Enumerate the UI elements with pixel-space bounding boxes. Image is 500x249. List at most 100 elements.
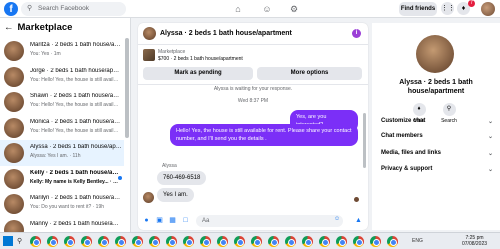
facebook-logo[interactable]: f <box>4 2 18 16</box>
chrome-icon[interactable] <box>30 236 41 247</box>
microphone-icon[interactable]: ● <box>142 216 151 225</box>
system-tray[interactable]: ENG <box>412 238 423 244</box>
chrome-icon[interactable] <box>217 236 228 247</box>
photo-icon[interactable]: ▣ <box>155 216 164 225</box>
avatar <box>4 41 24 61</box>
chrome-icon[interactable] <box>285 236 296 247</box>
waiting-notice: Alyssa is waiting for your response. <box>213 86 293 92</box>
chrome-icon[interactable] <box>302 236 313 247</box>
chat-snippet: You: Yes · 1m <box>30 51 61 57</box>
chat-item[interactable]: Monica · 2 beds 1 bath house/apart... Yo… <box>0 115 124 141</box>
emoji-icon[interactable]: ☺ <box>334 216 340 222</box>
chrome-icon[interactable] <box>387 236 398 247</box>
chat-name: Maritza · 2 beds 1 bath house/apart... <box>30 42 122 48</box>
avatar <box>4 194 24 214</box>
chat-item[interactable]: Marilyn · 2 beds 1 bath house/apart... Y… <box>0 191 124 217</box>
find-friends-button[interactable]: Find friends <box>399 2 437 16</box>
listing-thumbnail[interactable] <box>143 49 155 61</box>
chat-snippet: You: Do you want to rent it? · 19h <box>30 204 105 210</box>
home-icon[interactable]: ⌂ <box>232 3 244 15</box>
chat-item[interactable]: Manny · 2 beds 1 bath house/apartm... <box>0 217 124 232</box>
chrome-icon[interactable] <box>200 236 211 247</box>
start-button[interactable] <box>3 236 13 246</box>
chrome-icon[interactable] <box>319 236 330 247</box>
top-bar: f ⚲ Search Facebook ⌂ ☺ ⚙ Find friends ⋮… <box>0 0 500 18</box>
back-arrow-icon[interactable]: ← <box>4 22 14 33</box>
chevron-down-icon: ⌄ <box>487 167 493 173</box>
divider <box>138 44 368 45</box>
chevron-down-icon: ⌄ <box>487 119 493 125</box>
chrome-icon[interactable] <box>353 236 364 247</box>
info-icon[interactable]: i <box>352 29 361 38</box>
avatar <box>4 168 24 189</box>
row-label: Customize chat <box>381 118 426 124</box>
chrome-icon[interactable] <box>370 236 381 247</box>
chat-snippet: You: Hello! Yes, the house is still avai… <box>30 102 120 108</box>
account-avatar[interactable] <box>481 2 495 16</box>
avatar <box>143 192 154 203</box>
message-input[interactable]: Aa <box>196 215 343 227</box>
chrome-icon[interactable] <box>251 236 262 247</box>
time-separator: Wed 8:37 PM <box>237 98 269 104</box>
sidebar-title: Marketplace <box>17 22 73 33</box>
notification-badge: 7 <box>468 0 475 7</box>
chat-name: Shawn · 2 beds 1 bath house/apartm... <box>30 93 122 99</box>
chat-item[interactable]: Shawn · 2 beds 1 bath house/apartm... Yo… <box>0 89 124 115</box>
chrome-icon[interactable] <box>268 236 279 247</box>
avatar <box>4 117 24 138</box>
chrome-icon[interactable] <box>98 236 109 247</box>
row-label: Privacy & support <box>381 166 433 172</box>
chrome-icon[interactable] <box>81 236 92 247</box>
media-files-row[interactable]: Media, files and links ⌄ <box>381 150 493 157</box>
chat-members-row[interactable]: Chat members ⌄ <box>381 133 493 140</box>
chrome-icon[interactable] <box>166 236 177 247</box>
chevron-down-icon: ⌄ <box>487 151 493 157</box>
sidebar-scrollbar[interactable] <box>125 38 129 138</box>
chat-name: Jorge · 2 beds 1 bath house/apartme... <box>30 67 122 74</box>
chrome-icon[interactable] <box>47 236 58 247</box>
chat-item-active[interactable]: Alyssa · 2 beds 1 bath house/apartm... A… <box>0 140 124 166</box>
contact-name: Alyssa · 2 beds 1 bath house/apartment <box>399 79 473 95</box>
chat-item[interactable]: Jorge · 2 beds 1 bath house/apartme... Y… <box>0 64 124 90</box>
message-composer: ● ▣ ▦ □ Aa ☺ ▲ <box>138 213 368 230</box>
chat-name: Alyssa · 2 beds 1 bath house/apartm... <box>30 144 122 150</box>
unread-indicator <box>118 175 122 180</box>
chat-name: Kelly · 2 beds 1 bath house/apartme... <box>30 169 122 176</box>
chat-name: Manny · 2 beds 1 bath house/apartm... <box>30 220 122 227</box>
incoming-message: 760-469-6518 <box>157 171 207 185</box>
taskbar-clock[interactable]: 7:25 pm 07/08/2023 <box>462 235 487 247</box>
avatar[interactable] <box>143 27 156 40</box>
clock-date: 07/08/2023 <box>462 241 488 247</box>
taskbar-search-icon[interactable]: ⚲ <box>17 237 22 245</box>
divider <box>138 84 368 85</box>
gif-icon[interactable]: □ <box>181 216 190 225</box>
privacy-support-row[interactable]: Privacy & support ⌄ <box>381 166 493 173</box>
more-options-button[interactable]: More options <box>257 67 362 80</box>
chrome-icon[interactable] <box>234 236 245 247</box>
chrome-icon[interactable] <box>336 236 347 247</box>
sidebar-header: ← Marketplace <box>4 22 72 33</box>
conversation-scrollbar[interactable] <box>363 113 366 168</box>
menu-grid-icon[interactable]: ⋮⋮ <box>441 2 455 15</box>
chrome-icon[interactable] <box>64 236 75 247</box>
chevron-down-icon: ⌄ <box>487 134 493 140</box>
conversation-title[interactable]: Alyssa · 2 beds 1 bath house/apartment <box>160 30 292 37</box>
friends-icon[interactable]: ☺ <box>261 3 273 15</box>
row-label: Media, files and links <box>381 150 442 156</box>
sticker-icon[interactable]: ▦ <box>168 216 177 225</box>
search-placeholder: Search Facebook <box>38 5 89 12</box>
avatar[interactable] <box>416 35 454 73</box>
like-icon[interactable]: ▲ <box>354 216 363 225</box>
search-input[interactable]: ⚲ Search Facebook <box>21 2 126 16</box>
chrome-icon[interactable] <box>149 236 160 247</box>
listing-detail[interactable]: $700 · 2 beds 1 bath house/apartment <box>158 56 243 62</box>
chrome-icon[interactable] <box>183 236 194 247</box>
customize-chat-row[interactable]: Customize chat ⌄ <box>381 118 493 125</box>
chat-item[interactable]: Kelly · 2 beds 1 bath house/apartme... K… <box>0 166 124 192</box>
chat-item[interactable]: Maritza · 2 beds 1 bath house/apart... Y… <box>0 38 124 64</box>
chrome-icon[interactable] <box>132 236 143 247</box>
groups-icon[interactable]: ⚙ <box>288 3 300 15</box>
chrome-icon[interactable] <box>115 236 126 247</box>
chat-snippet: Alyssa: Yes I am. · 11h <box>30 153 81 159</box>
mark-as-pending-button[interactable]: Mark as pending <box>143 67 253 80</box>
